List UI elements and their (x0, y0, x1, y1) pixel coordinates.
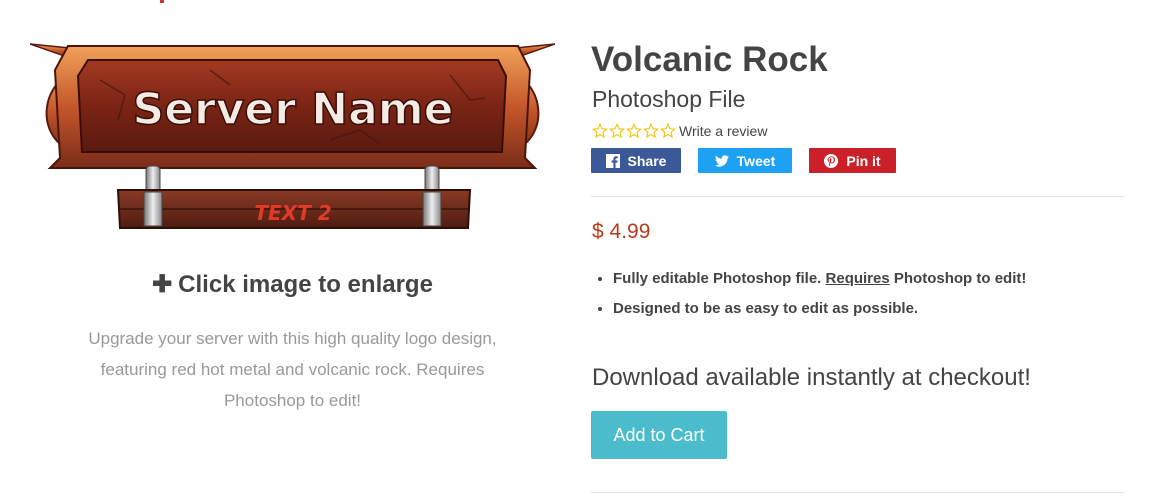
requires-underlined-text: Requires (825, 270, 890, 287)
pinterest-icon (824, 153, 839, 168)
facebook-icon (605, 153, 620, 168)
enlarge-label: Click image to enlarge (178, 271, 433, 298)
divider (591, 196, 1125, 197)
plus-icon: ✚ (152, 271, 173, 298)
divider (591, 492, 1125, 493)
twitter-tweet-button[interactable]: Tweet (698, 148, 792, 173)
product-details: Volcanic Rock Photoshop File Write a rev… (591, 0, 1125, 499)
twitter-tweet-label: Tweet (736, 152, 776, 169)
sign-subtitle-text: TEXT 2 (254, 201, 331, 225)
facebook-share-button[interactable]: Share (591, 148, 681, 173)
star-empty-icon[interactable] (643, 123, 659, 139)
product-image[interactable]: Server Name TEXT 2 (30, 40, 555, 240)
star-empty-icon[interactable] (592, 123, 608, 139)
share-buttons: Share Tweet Pin it (591, 148, 913, 173)
twitter-icon (714, 154, 729, 167)
star-empty-icon[interactable] (626, 123, 642, 139)
facebook-share-label: Share (627, 152, 667, 169)
enlarge-image-link[interactable]: ✚ Click image to enlarge (20, 270, 565, 299)
product-title: Volcanic Rock (591, 40, 828, 79)
top-accent-sliver (160, 0, 164, 3)
star-rating[interactable] (592, 123, 677, 139)
add-to-cart-button[interactable]: Add to Cart (591, 411, 727, 459)
feature-item: Fully editable Photoshop file. Requires … (613, 270, 1026, 287)
feature-item: Designed to be as easy to edit as possib… (613, 300, 1026, 317)
rating-row: Write a review (592, 123, 767, 139)
pinterest-pin-label: Pin it (846, 152, 881, 169)
product-price: $ 4.99 (592, 220, 651, 243)
write-review-link[interactable]: Write a review (679, 123, 767, 139)
product-description: Upgrade your server with this high quali… (88, 329, 497, 410)
pinterest-pin-button[interactable]: Pin it (809, 148, 896, 173)
product-subtitle: Photoshop File (592, 86, 746, 112)
feature-list: Fully editable Photoshop file. Requires … (613, 270, 1026, 330)
sign-title-text: Server Name (133, 84, 454, 135)
star-empty-icon[interactable] (660, 123, 676, 139)
download-note: Download available instantly at checkout… (592, 364, 1031, 391)
star-empty-icon[interactable] (609, 123, 625, 139)
